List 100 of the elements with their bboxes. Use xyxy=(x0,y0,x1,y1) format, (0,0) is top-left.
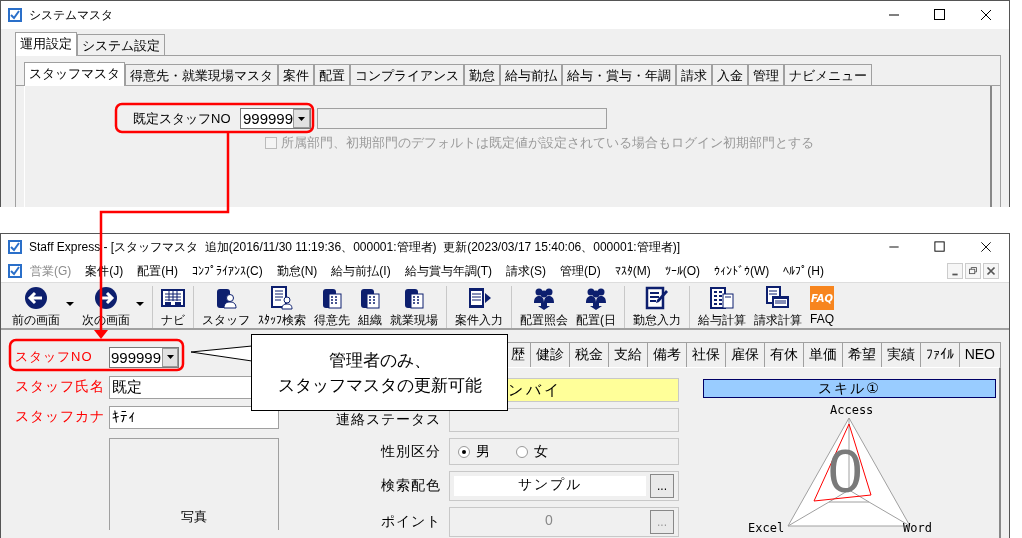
checkbox-label: 所属部門、初期部門のデフォルトは既定値が設定されている場合もログイン初期部門とする xyxy=(281,134,814,152)
people-icon xyxy=(584,286,608,310)
tab[interactable]: 配置 xyxy=(314,64,350,85)
tab[interactable]: 単価 xyxy=(803,342,843,367)
toolbar-button[interactable]: 配置照会 xyxy=(516,286,572,329)
toolbar-button[interactable]: 勤怠入力 xyxy=(629,286,685,329)
toolbar-button[interactable]: FAQ FAQ xyxy=(806,286,838,326)
score-value: 0 xyxy=(828,435,863,506)
tab[interactable]: 支給 xyxy=(608,342,648,367)
tab[interactable]: 給与・賞与・年調 xyxy=(562,64,676,85)
field-label: 性別区分 xyxy=(379,442,442,461)
toolbar-button[interactable]: 給与計算 xyxy=(694,286,750,329)
tab[interactable]: 入金 xyxy=(712,64,748,85)
field-label: 検索配色 xyxy=(380,477,442,495)
browse-button[interactable]: ... xyxy=(650,474,674,498)
toolbar-button[interactable]: ナビ xyxy=(157,286,189,329)
app-icon xyxy=(7,263,23,279)
axis-label: Word xyxy=(903,521,932,535)
close-button[interactable] xyxy=(983,263,999,279)
staff-number-combo[interactable]: 999999 xyxy=(109,346,179,368)
toolbar-button[interactable]: ｽﾀｯﾌ検索 xyxy=(254,286,310,329)
field-label: ポイント xyxy=(380,513,442,531)
field-label: スタッフNO xyxy=(14,348,94,366)
tab[interactable]: 勤怠 xyxy=(464,64,500,85)
radio-label: 男 xyxy=(476,442,490,461)
menu-item[interactable]: ｺﾝﾌﾟﾗｲｱﾝｽ(C) xyxy=(185,264,270,278)
document-pen-icon xyxy=(645,286,669,310)
menu-item[interactable]: 管理(D) xyxy=(553,262,608,280)
toolbar-button[interactable]: 得意先 xyxy=(310,286,354,329)
toolbar-button[interactable]: 組織 xyxy=(354,286,386,329)
toolbar-button[interactable]: 配置(日 xyxy=(572,286,620,329)
radio-button[interactable] xyxy=(458,445,470,458)
tab[interactable]: ナビメニュー xyxy=(784,64,872,85)
tab[interactable]: 実績 xyxy=(881,342,921,367)
field-label: 連絡ステータス xyxy=(335,411,442,429)
toolbar-button[interactable]: 前の画面 xyxy=(8,286,78,329)
tab[interactable]: 請求 xyxy=(676,64,712,85)
document-icon xyxy=(766,286,790,310)
dropdown-arrow-icon xyxy=(66,302,74,306)
menu-item[interactable]: ﾂｰﾙ(O) xyxy=(657,264,707,278)
restore-button[interactable] xyxy=(965,263,981,279)
person-icon xyxy=(214,286,238,310)
menu-item[interactable]: 請求(S) xyxy=(499,262,553,280)
document-person-icon xyxy=(270,286,294,310)
tab[interactable]: NEO xyxy=(959,342,1001,367)
tab[interactable]: 健診 xyxy=(530,342,570,367)
building-icon xyxy=(320,286,344,310)
section-header: スキル① xyxy=(703,379,996,398)
building-icon xyxy=(402,286,426,310)
dropdown-button[interactable] xyxy=(162,347,178,367)
tab[interactable]: 雇保 xyxy=(725,342,765,367)
tab[interactable]: システム設定 xyxy=(77,34,165,55)
axis-label: Access xyxy=(830,403,874,417)
dropdown-button[interactable] xyxy=(293,109,310,128)
tab[interactable]: 社保 xyxy=(686,342,726,367)
menu-item[interactable]: ﾍﾙﾌﾟ(H) xyxy=(776,264,831,278)
toolbar-button[interactable]: 請求計算 xyxy=(750,286,806,329)
photo-frame: 写真 xyxy=(109,438,279,530)
field-label: スタッフカナ xyxy=(14,408,106,426)
radio-button[interactable] xyxy=(516,445,528,458)
tab[interactable]: ﾌｧｲﾙ xyxy=(920,342,960,367)
caret-icon xyxy=(166,355,174,359)
toolbar-button[interactable]: 就業現場 xyxy=(386,286,442,329)
menu-item[interactable]: 給与前払(I) xyxy=(324,262,398,280)
staff-number-combo[interactable]: 999999 xyxy=(240,108,311,129)
toolbar-button[interactable]: スタッフ xyxy=(198,286,254,329)
faq-icon: FAQ xyxy=(810,286,834,310)
tab[interactable]: 管理 xyxy=(748,64,784,85)
dropdown-arrow-icon xyxy=(136,302,144,306)
tab[interactable]: スタッフマスタ xyxy=(24,62,125,86)
field-label: スタッフ氏名 xyxy=(14,378,106,396)
input-field[interactable]: ｷﾃｨ xyxy=(109,405,279,429)
toolbar-button[interactable]: 案件入力 xyxy=(451,286,507,329)
document-arrow-icon xyxy=(467,286,491,310)
menu-item[interactable]: ﾏｽﾀ(M) xyxy=(607,264,658,278)
axis-label: Excel xyxy=(748,521,785,535)
tab[interactable]: 案件 xyxy=(278,64,314,85)
building-icon xyxy=(358,286,382,310)
tab[interactable]: 備考 xyxy=(647,342,687,367)
menu-item[interactable]: 勤怠(N) xyxy=(269,262,325,280)
keyboard-icon xyxy=(161,286,185,310)
menu-item[interactable]: ｳｨﾝﾄﾞｳ(W) xyxy=(707,264,777,278)
tab[interactable]: 税金 xyxy=(569,342,609,367)
tab[interactable]: コンプライアンス xyxy=(350,64,464,85)
tab[interactable]: 給与前払 xyxy=(500,64,562,85)
app-icon xyxy=(7,239,23,255)
tab[interactable]: 希望 xyxy=(842,342,882,367)
tab[interactable]: 運用設定 xyxy=(15,32,77,56)
minimize-button[interactable] xyxy=(947,263,963,279)
window-title: Staff Express - [スタッフマスタ 追加(2016/11/30 11:19:36、000001:管理者) 更新(2023/03/17 15:40:06、000001:管理者)] xyxy=(29,238,681,256)
input-field[interactable]: サンプル xyxy=(454,476,646,496)
field-label: 既定スタッフNO xyxy=(132,109,232,128)
menu-item[interactable]: 給与賞与年調(T) xyxy=(397,262,499,280)
tab[interactable]: 有休 xyxy=(764,342,804,367)
callout-text: 管理者のみ、 xyxy=(328,349,431,372)
menu-item[interactable]: 配置(H) xyxy=(130,262,185,280)
people-icon xyxy=(532,286,556,310)
window-title: システムマスタ xyxy=(29,6,114,24)
radio-label: 女 xyxy=(534,442,548,461)
tab[interactable]: 得意先・就業現場マスタ xyxy=(125,64,278,85)
